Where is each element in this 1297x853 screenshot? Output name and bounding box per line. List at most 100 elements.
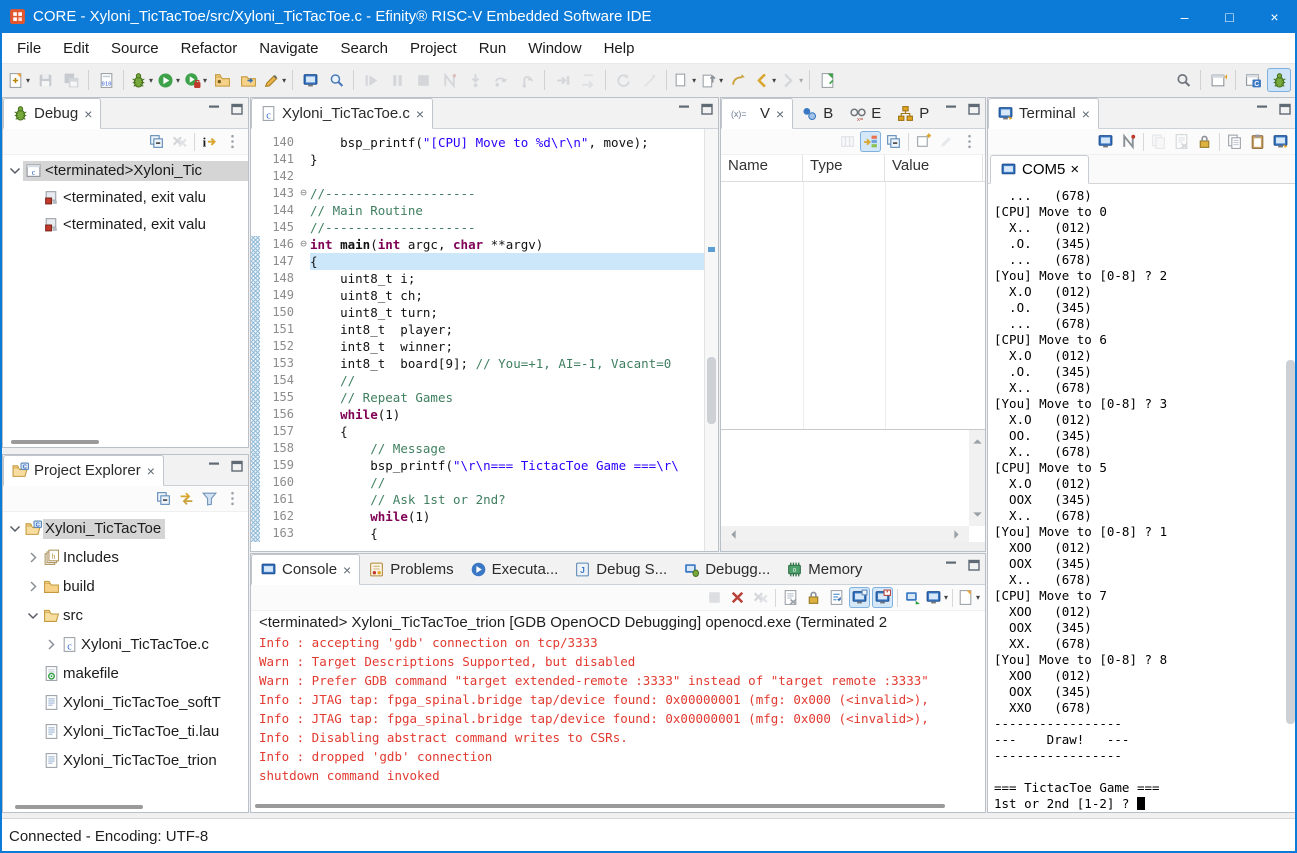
debug-button[interactable]: ▾ (129, 68, 154, 92)
chevron-right-icon[interactable] (25, 578, 41, 595)
tree-item[interactable]: <terminated, exit valu (3, 184, 248, 211)
remove-xx-button[interactable] (169, 131, 190, 152)
menu-source[interactable]: Source (100, 33, 170, 63)
minimize-icon[interactable] (943, 557, 959, 573)
tab-debugs[interactable]: JDebug S... (566, 555, 675, 584)
resume-button[interactable] (359, 68, 383, 92)
back-button[interactable]: ▾ (752, 68, 777, 92)
tree-item[interactable]: Xyloni_TicTacToe_ti.lau (3, 717, 248, 746)
close-icon[interactable]: × (416, 106, 424, 122)
column-header-value[interactable]: Value (885, 155, 983, 181)
menu-window[interactable]: Window (517, 33, 592, 63)
prev-ann-button[interactable]: ▾ (699, 68, 724, 92)
terminal-scrollbar[interactable] (1286, 360, 1295, 724)
tree-item[interactable]: hIncludes (3, 543, 248, 572)
scroll-lock-button[interactable] (803, 587, 824, 608)
tab-com5[interactable]: COM5 × (990, 155, 1089, 184)
chevron-down-icon[interactable] (7, 162, 23, 179)
minimize-icon[interactable] (943, 101, 959, 117)
minimize-icon[interactable] (206, 101, 222, 117)
add-new-button[interactable] (913, 131, 934, 152)
tab-v[interactable]: (x)=V× (721, 98, 793, 129)
menu-file[interactable]: File (6, 33, 52, 63)
menu-dots-button[interactable] (222, 488, 243, 509)
close-icon[interactable]: × (1070, 161, 1079, 178)
menu-run[interactable]: Run (468, 33, 518, 63)
fold-marker-icon[interactable]: ⊖ (297, 236, 310, 253)
tree-item[interactable]: CXyloni_TicTacToe (3, 514, 248, 543)
chevron-right-icon[interactable] (43, 636, 59, 653)
build-binary-button[interactable]: 010 (94, 68, 118, 92)
link-editor-button[interactable] (176, 488, 197, 509)
run-button[interactable]: ▾ (156, 68, 181, 92)
term-settings-button[interactable] (1270, 131, 1291, 152)
tab-e[interactable]: x=E (841, 99, 889, 128)
debug-persp-button[interactable] (1267, 68, 1291, 92)
menu-navigate[interactable]: Navigate (248, 33, 329, 63)
open-folder-button[interactable] (210, 68, 234, 92)
tab-terminal[interactable]: Terminal × (988, 98, 1099, 129)
import-folder-button[interactable] (236, 68, 260, 92)
close-icon[interactable]: × (147, 463, 155, 479)
collapse-all-button[interactable] (146, 131, 167, 152)
tab-executa[interactable]: Executa... (462, 555, 567, 584)
project-hscrollbar[interactable] (15, 805, 143, 809)
tree-item[interactable]: Xyloni_TicTacToe_softT (3, 688, 248, 717)
scroll-lock-button[interactable] (1194, 131, 1215, 152)
filter-button[interactable] (199, 488, 220, 509)
minimize-icon[interactable] (1254, 101, 1270, 117)
minimize-icon[interactable] (676, 101, 692, 117)
maximize-icon[interactable] (229, 458, 245, 474)
chevron-right-icon[interactable] (25, 549, 41, 566)
step-over-button[interactable] (489, 68, 513, 92)
column-header-name[interactable]: Name (721, 155, 803, 181)
clear-console-button[interactable] (780, 587, 801, 608)
close-button[interactable]: × (1252, 0, 1297, 33)
code-editor[interactable]: 140 bsp_printf("[CPU] Move to %d\r\n", m… (251, 129, 718, 551)
maximize-icon[interactable] (229, 101, 245, 117)
last-edit-button[interactable] (726, 68, 750, 92)
terminate-button[interactable] (704, 587, 725, 608)
minimize-icon[interactable] (206, 458, 222, 474)
mark-occ-button[interactable] (637, 68, 661, 92)
collapse-all-button[interactable] (153, 488, 174, 509)
tab-console[interactable]: Console× (251, 554, 360, 585)
new-console-button[interactable]: ▾ (957, 587, 980, 608)
menu-dots-button[interactable] (959, 131, 980, 152)
variables-table[interactable] (721, 182, 985, 429)
remove-xx-button[interactable] (750, 587, 771, 608)
forward-button[interactable]: ▾ (779, 68, 804, 92)
inspect-button[interactable] (324, 68, 348, 92)
fold-marker-icon[interactable]: ⊖ (297, 185, 310, 202)
collapse-all-button[interactable] (883, 131, 904, 152)
variables-detail-pane[interactable] (721, 429, 985, 542)
copy-gray-button[interactable] (1148, 131, 1169, 152)
terminate-button[interactable] (411, 68, 435, 92)
tab-project-explorer[interactable]: C Project Explorer × (3, 455, 164, 486)
tab-editor-file[interactable]: c Xyloni_TicTacToe.c × (251, 98, 433, 129)
pin-editor-button[interactable] (815, 68, 839, 92)
remove-x-button[interactable] (727, 587, 748, 608)
menu-refactor[interactable]: Refactor (170, 33, 249, 63)
logical-button[interactable] (860, 131, 881, 152)
tree-item[interactable]: <terminated, exit valu (3, 211, 248, 238)
step-return-button[interactable] (515, 68, 539, 92)
menu-help[interactable]: Help (593, 33, 646, 63)
tree-item[interactable]: src (3, 601, 248, 630)
project-tree[interactable]: CXyloni_TicTacToehIncludesbuildsrccXylon… (3, 512, 248, 812)
tab-problems[interactable]: Problems (360, 555, 461, 584)
column-header-type[interactable]: Type (803, 155, 885, 181)
disconnect-term-button[interactable] (1118, 131, 1139, 152)
tree-item[interactable]: c<terminated>Xyloni_Tic (3, 157, 248, 184)
maximize-button[interactable]: □ (1207, 0, 1252, 33)
instr-step-button[interactable] (550, 68, 574, 92)
tree-item[interactable]: Xyloni_TicTacToe_trion (3, 746, 248, 775)
close-icon[interactable]: × (776, 106, 784, 122)
console-log[interactable]: Info : accepting 'gdb' connection on tcp… (251, 633, 985, 812)
pin-console-button[interactable] (849, 587, 870, 608)
new-file-button[interactable]: ▾ (6, 68, 31, 92)
edit-pencil-button[interactable] (936, 131, 957, 152)
maximize-icon[interactable] (1277, 101, 1293, 117)
tab-b[interactable]: B (793, 99, 841, 128)
menu-dots-button[interactable] (222, 131, 243, 152)
